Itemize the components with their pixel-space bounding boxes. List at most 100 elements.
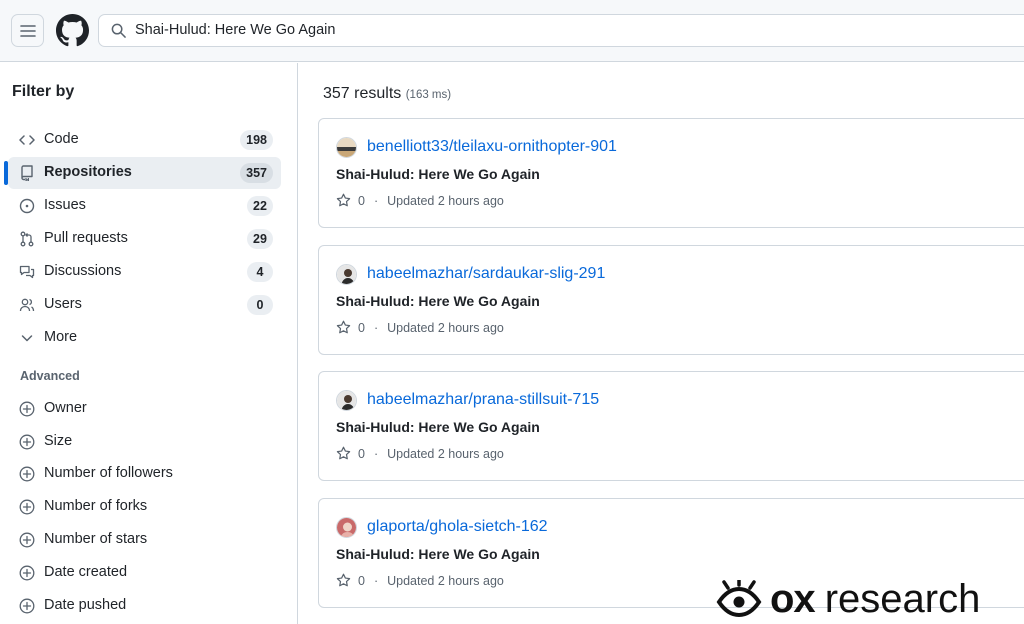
repo-description: Shai-Hulud: Here We Go Again (336, 419, 540, 435)
advanced-filter-date-pushed[interactable]: Date pushed (8, 591, 281, 621)
discussion-icon (19, 265, 35, 279)
results-count-text: 357 results (323, 85, 402, 102)
sidebar-item-label: Issues (44, 197, 86, 213)
advanced-filter-forks[interactable]: Number of forks (8, 492, 281, 522)
advanced-filter-date-created[interactable]: Date created (8, 558, 281, 588)
count-badge: 357 (240, 163, 273, 183)
sidebar-item-pull-requests[interactable]: Pull requests 29 (8, 223, 281, 255)
advanced-filter-label: Number of stars (44, 531, 148, 547)
star-count: 0 (358, 193, 365, 208)
star-icon[interactable] (336, 193, 351, 208)
sidebar-item-label: More (44, 329, 78, 345)
plus-circle-icon (19, 401, 35, 417)
advanced-filter-label: Number of forks (44, 498, 148, 514)
sidebar-item-more[interactable]: More (8, 322, 281, 354)
separator-dot: · (373, 446, 379, 461)
updated-text: Updated 2 hours ago (387, 573, 504, 588)
search-input[interactable]: Shai-Hulud: Here We Go Again (98, 14, 1024, 47)
github-logo-icon[interactable] (56, 14, 89, 47)
advanced-filter-size[interactable]: Size (8, 427, 281, 457)
repo-link[interactable]: habeelmazhar/prana-stillsuit-715 (367, 391, 599, 409)
filter-title: Filter by (12, 83, 75, 100)
sidebar-item-label: Code (44, 131, 79, 147)
updated-text: Updated 2 hours ago (387, 320, 504, 335)
avatar[interactable] (336, 264, 357, 285)
separator-dot: · (373, 573, 379, 588)
result-card: benelliott33/tleilaxu-ornithopter-901 Sh… (318, 118, 1024, 228)
advanced-filter-label: Number of followers (44, 465, 173, 481)
advanced-filter-followers[interactable]: Number of followers (8, 459, 281, 489)
advanced-filter-stars[interactable]: Number of stars (8, 525, 281, 555)
result-card: habeelmazhar/prana-stillsuit-715 Shai-Hu… (318, 371, 1024, 481)
avatar[interactable] (336, 390, 357, 411)
star-icon[interactable] (336, 320, 351, 335)
advanced-filter-label: Date created (44, 564, 128, 580)
repo-meta: 0 · Updated 2 hours ago (336, 193, 504, 208)
sidebar-item-label: Pull requests (44, 230, 128, 246)
sidebar-item-users[interactable]: Users 0 (8, 289, 281, 321)
star-count: 0 (358, 320, 365, 335)
advanced-filter-label: Owner (44, 400, 87, 416)
search-query-text: Shai-Hulud: Here We Go Again (135, 22, 336, 38)
avatar[interactable] (336, 137, 357, 158)
code-icon (19, 135, 35, 145)
plus-circle-icon (19, 499, 35, 515)
repo-link[interactable]: benelliott33/tleilaxu-ornithopter-901 (367, 138, 617, 156)
repo-description: Shai-Hulud: Here We Go Again (336, 546, 540, 562)
hamburger-icon (19, 24, 36, 37)
issue-icon (19, 198, 35, 214)
count-badge: 22 (247, 196, 273, 216)
repo-link[interactable]: habeelmazhar/sardaukar-slig-291 (367, 265, 605, 283)
sidebar-item-issues[interactable]: Issues 22 (8, 190, 281, 222)
repo-link[interactable]: glaporta/ghola-sietch-162 (367, 518, 548, 536)
active-indicator (4, 161, 8, 185)
sidebar-item-label: Repositories (44, 164, 132, 180)
ox-research-watermark: ox research (716, 574, 980, 624)
chevron-down-icon (21, 335, 33, 342)
sidebar-item-repositories[interactable]: Repositories 357 (4, 157, 281, 189)
repo-description: Shai-Hulud: Here We Go Again (336, 293, 540, 309)
separator-dot: · (373, 193, 379, 208)
plus-circle-icon (19, 532, 35, 548)
repo-icon (21, 165, 33, 181)
sidebar-item-label: Users (44, 296, 82, 312)
plus-circle-icon (19, 466, 35, 482)
advanced-filter-label: Date pushed (44, 597, 127, 613)
repo-description: Shai-Hulud: Here We Go Again (336, 166, 540, 182)
plus-circle-icon (19, 565, 35, 581)
top-header: Shai-Hulud: Here We Go Again (0, 0, 1024, 62)
eye-logo-icon (716, 580, 762, 618)
search-icon (111, 23, 126, 38)
result-card: habeelmazhar/sardaukar-slig-291 Shai-Hul… (318, 245, 1024, 355)
star-icon[interactable] (336, 446, 351, 461)
hamburger-menu-button[interactable] (11, 14, 44, 47)
pull-request-icon (20, 231, 34, 247)
results-timing: (163 ms) (405, 89, 452, 101)
repo-meta: 0 · Updated 2 hours ago (336, 320, 504, 335)
count-badge: 29 (247, 229, 273, 249)
count-badge: 0 (247, 295, 273, 315)
star-count: 0 (358, 573, 365, 588)
plus-circle-icon (19, 434, 35, 450)
count-badge: 198 (240, 130, 273, 150)
updated-text: Updated 2 hours ago (387, 446, 504, 461)
people-icon (19, 298, 35, 312)
advanced-filter-label: Size (44, 433, 73, 449)
watermark-text: research (824, 576, 981, 621)
repo-meta: 0 · Updated 2 hours ago (336, 573, 504, 588)
sidebar-item-code[interactable]: Code 198 (8, 124, 281, 156)
advanced-filter-owner[interactable]: Owner (8, 394, 281, 424)
repo-meta: 0 · Updated 2 hours ago (336, 446, 504, 461)
plus-circle-icon (19, 598, 35, 614)
advanced-section-title: Advanced (20, 369, 80, 383)
sidebar-item-label: Discussions (44, 263, 122, 279)
filter-sidebar: Filter by Code 198 Repositories 357 Issu… (0, 63, 298, 624)
sidebar-item-discussions[interactable]: Discussions 4 (8, 256, 281, 288)
separator-dot: · (373, 320, 379, 335)
star-count: 0 (358, 446, 365, 461)
updated-text: Updated 2 hours ago (387, 193, 504, 208)
star-icon[interactable] (336, 573, 351, 588)
avatar[interactable] (336, 517, 357, 538)
results-count: 357 results (163 ms) (323, 85, 451, 103)
watermark-brand: ox (770, 576, 816, 621)
